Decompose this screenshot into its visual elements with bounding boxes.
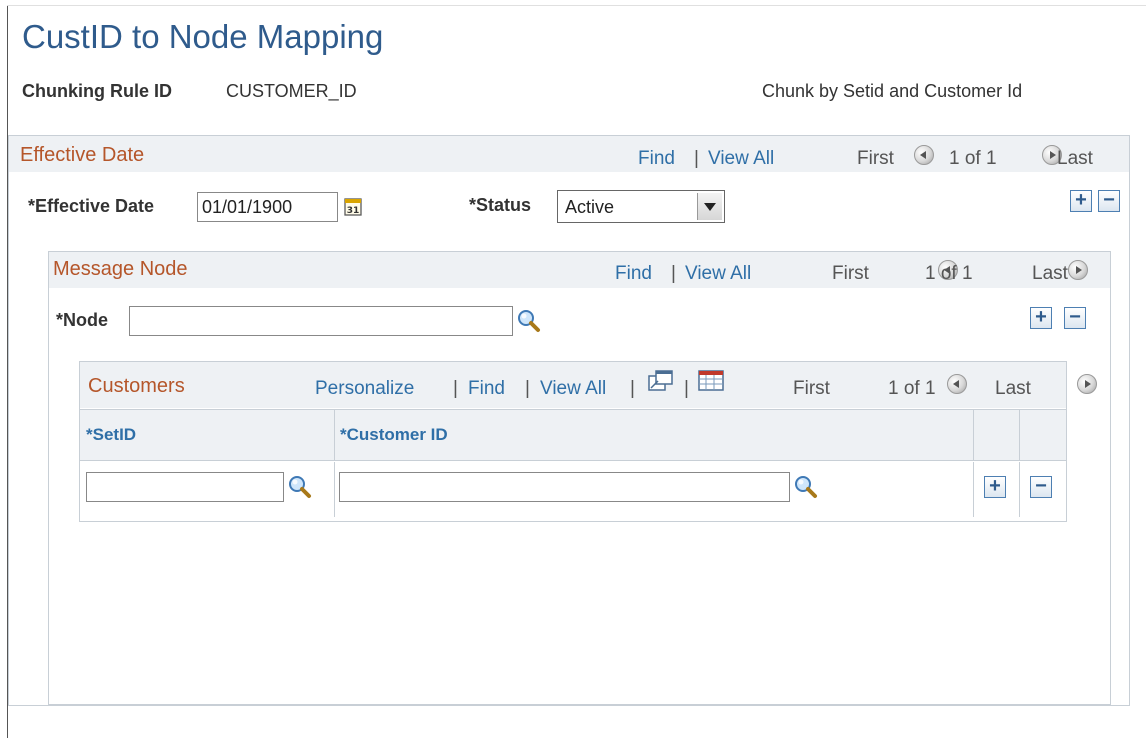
previous-circle-icon[interactable] [946,374,967,394]
customers-find-link[interactable]: Find [468,378,505,400]
effective-date-view-all-link[interactable]: View All [708,148,774,170]
separator: | [525,378,530,399]
message-node-remove-button[interactable]: − [1064,307,1086,329]
message-node-first[interactable]: First [832,263,869,285]
page-title: CustID to Node Mapping [22,18,384,55]
svg-text:31: 31 [347,206,360,216]
customers-personalize-link[interactable]: Personalize [315,378,414,400]
effective-date-find-link[interactable]: Find [638,148,675,170]
column-header-remove [1020,409,1066,461]
message-node-last[interactable]: Last [1032,263,1068,285]
column-header-customer-id-label: *Customer ID [340,425,448,444]
column-header-customer-id: *Customer ID [335,409,974,461]
new-window-icon[interactable] [647,369,675,393]
cell-divider [1019,462,1020,517]
effective-date-title: Effective Date [20,144,145,166]
customers-last[interactable]: Last [995,378,1031,400]
message-node-count: 1 of 1 [925,263,973,284]
effective-date-input[interactable] [197,192,338,222]
magnifier-icon[interactable] [517,309,541,333]
setid-input[interactable] [86,472,284,502]
cell-divider [334,462,335,517]
effective-date-remove-button[interactable]: − [1098,190,1120,212]
separator: | [671,263,676,284]
customer-row-add-button[interactable]: + [984,476,1006,498]
customer-row-remove-button[interactable]: − [1030,476,1052,498]
effective-date-add-button[interactable]: + [1070,190,1092,212]
previous-circle-icon[interactable] [914,145,934,165]
status-select-value: Active [565,197,615,217]
chunking-rule-value: CUSTOMER_ID [226,81,357,101]
effective-date-label: *Effective Date [28,196,155,216]
chunking-rule-label: Chunking Rule ID [22,81,172,101]
table-row: + − [80,462,1066,517]
node-label: *Node [56,310,109,330]
calendar-icon[interactable]: 31 [343,196,365,218]
customers-view-all-link[interactable]: View All [540,378,606,400]
separator: | [630,378,635,399]
separator: | [684,378,689,399]
separator: | [453,378,458,399]
column-header-setid-label: *SetID [86,425,137,444]
column-header-setid: *SetID [80,409,335,461]
customer-id-input[interactable] [339,472,790,502]
effective-date-first[interactable]: First [857,148,894,170]
status-select[interactable]: Active [557,190,725,223]
message-node-view-all-link[interactable]: View All [685,263,751,285]
node-input[interactable] [129,306,513,336]
customers-count: 1 of 1 [888,378,936,399]
message-node-title: Message Node [53,258,188,280]
effective-date-count: 1 of 1 [949,148,997,169]
page-frame-top [7,5,1146,6]
column-header-add [974,409,1020,461]
message-node-add-button[interactable]: + [1030,307,1052,329]
cell-divider [973,462,974,517]
magnifier-icon[interactable] [794,475,818,499]
magnifier-icon[interactable] [288,475,312,499]
spreadsheet-icon[interactable] [697,369,725,393]
message-node-find-link[interactable]: Find [615,263,652,285]
status-label: *Status [469,195,532,215]
dropdown-arrow-icon[interactable] [697,193,722,220]
customers-grid-title: Customers [88,375,185,397]
customers-first[interactable]: First [793,378,830,400]
separator: | [694,148,699,169]
chunking-rule-description: Chunk by Setid and Customer Id [762,81,1023,101]
effective-date-last[interactable]: Last [1057,148,1093,170]
